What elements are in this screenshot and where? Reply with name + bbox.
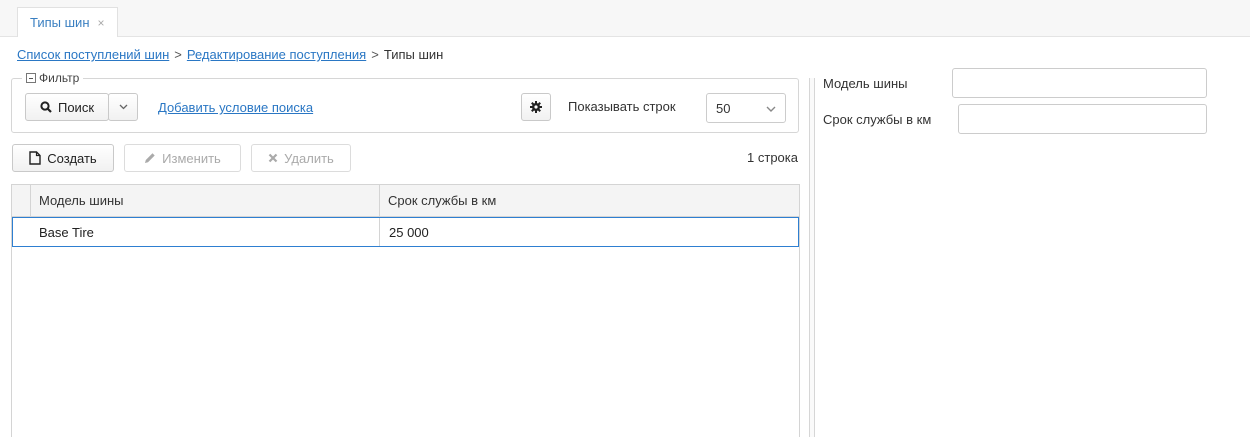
rows-per-page-value: 50: [716, 100, 731, 116]
search-icon: [40, 101, 52, 113]
tab-tire-types[interactable]: Типы шин ×: [17, 7, 118, 37]
gear-icon: [530, 101, 542, 113]
filter-panel: Фильтр Поиск Добавить условие поиска Пок…: [11, 71, 799, 133]
column-header-service-life[interactable]: Срок службы в км: [380, 185, 799, 216]
show-rows-label: Показывать строк: [568, 99, 676, 114]
column-header-model[interactable]: Модель шины: [31, 185, 380, 216]
close-icon: [268, 153, 278, 163]
breadcrumb: Список поступлений шин > Редактирование по…: [17, 47, 443, 62]
breadcrumb-current: Типы шин: [383, 47, 444, 62]
collapse-icon[interactable]: [26, 73, 36, 83]
breadcrumb-separator: >: [371, 47, 379, 62]
breadcrumb-separator: >: [174, 47, 182, 62]
search-button-label: Поиск: [57, 99, 95, 115]
row-count: 1 строка: [747, 150, 798, 165]
row-header-column: [12, 185, 31, 216]
panel-splitter[interactable]: [809, 78, 815, 437]
rows-per-page-select[interactable]: 50: [706, 93, 786, 123]
breadcrumb-link-edit-receipt[interactable]: Редактирование поступления: [187, 47, 366, 62]
chevron-down-icon: [766, 106, 776, 112]
edit-button-label: Изменить: [162, 150, 221, 166]
filter-legend-label: Фильтр: [39, 71, 80, 85]
service-life-label: Срок службы в км: [823, 112, 932, 127]
chevron-down-icon: [119, 104, 127, 110]
create-button[interactable]: Создать: [12, 144, 114, 172]
service-life-field[interactable]: [958, 104, 1207, 134]
breadcrumb-link-receipts[interactable]: Список поступлений шин: [17, 47, 169, 62]
search-options-dropdown[interactable]: [108, 93, 138, 121]
model-field[interactable]: [952, 68, 1207, 98]
tab-label: Типы шин: [30, 15, 90, 30]
delete-button[interactable]: Удалить: [251, 144, 351, 172]
delete-button-label: Удалить: [284, 150, 334, 166]
pencil-icon: [145, 153, 155, 163]
tab-bar: Типы шин ×: [0, 0, 1250, 37]
search-button[interactable]: Поиск: [25, 93, 109, 121]
table-row[interactable]: Base Tire 25 000: [12, 217, 799, 247]
filter-legend[interactable]: Фильтр: [22, 71, 84, 85]
model-label: Модель шины: [823, 76, 908, 91]
add-search-condition-link[interactable]: Добавить условие поиска: [158, 100, 313, 115]
cell-service-life: 25 000: [389, 224, 429, 240]
tire-types-table: Модель шины Срок службы в км Base Tire 2…: [11, 184, 800, 437]
close-icon[interactable]: ×: [98, 16, 105, 30]
cell-model: Base Tire: [31, 218, 380, 246]
table-header: Модель шины Срок службы в км: [12, 185, 799, 217]
new-file-icon: [29, 151, 41, 165]
create-button-label: Создать: [47, 150, 97, 166]
settings-button[interactable]: [521, 93, 551, 121]
edit-button[interactable]: Изменить: [124, 144, 241, 172]
